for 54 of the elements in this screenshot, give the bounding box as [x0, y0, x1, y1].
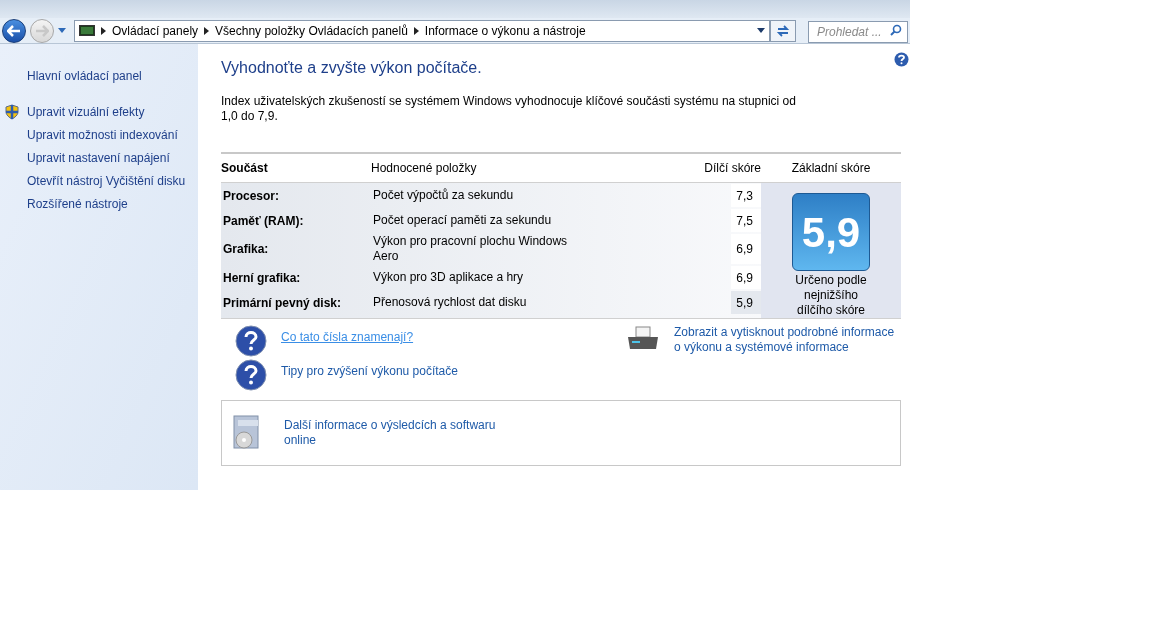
search-icon	[890, 23, 902, 36]
table-cell-text: Počet výpočtů za sekundu	[372, 188, 515, 203]
column-header: Dílčí skóre	[703, 160, 761, 177]
shield-icon	[4, 103, 20, 120]
base-score-caption: Určeno podle nejnižšího dílčího skóre	[794, 273, 868, 318]
table-cell-text: Primární pevný disk:	[222, 294, 343, 312]
refresh-button[interactable]	[770, 19, 796, 42]
sidebar-link[interactable]: Rozšířené nástroje	[27, 194, 128, 213]
score-cell: 7,3	[731, 184, 761, 207]
table-cell-text: Výkon pro pracovní plochu Windows Aero	[372, 234, 569, 264]
score-cell: 6,9	[731, 234, 761, 264]
breadcrumb-link[interactable]: Ovládací panely	[112, 21, 199, 40]
sidebar-link[interactable]: Upravit nastavení napájení	[27, 148, 170, 167]
print-info-link[interactable]: Zobrazit a vytisknout podrobné informace o výkonu a systémové informace	[674, 325, 899, 355]
refresh-icon	[776, 24, 790, 37]
sidebar-link[interactable]: Otevřít nástroj Vyčištění disku	[27, 171, 186, 190]
dropdown-arrow-icon[interactable]	[58, 28, 66, 33]
chevron-icon[interactable]	[101, 26, 106, 35]
left-arrow-icon	[7, 24, 21, 37]
dropdown-arrow-icon[interactable]	[757, 28, 765, 33]
page-title: Vyhodnoťte a zvyšte výkon počítače.	[221, 58, 483, 78]
help-icon[interactable]	[894, 52, 909, 67]
table-cell-text: Přenosová rychlost dat disku	[372, 295, 528, 310]
column-header: Hodnocené položky	[371, 160, 478, 177]
help-link[interactable]: Tipy pro zvýšení výkonu počítače	[281, 362, 458, 380]
chevron-icon[interactable]	[204, 26, 210, 35]
table-cell-text: Herní grafika:	[222, 269, 302, 287]
column-header: Součást	[221, 160, 269, 177]
back-button[interactable]	[2, 18, 26, 43]
table-cell-text: Počet operací paměti za sekundu	[372, 213, 553, 228]
description-text: Index uživatelských zkušeností se systémem Windows vyhodnocuje klíčové součásti systému na stupnici od 1,0 do 7,9.	[221, 94, 797, 124]
sidebar-link[interactable]: Upravit možnosti indexování	[27, 125, 178, 144]
sidebar-link[interactable]: Hlavní ovládací panel	[27, 66, 142, 85]
help-icon	[235, 325, 267, 357]
sidebar-link[interactable]: Upravit vizuální efekty	[27, 102, 145, 121]
online-info-link[interactable]: Další informace o výsledcích a softwaru online	[284, 418, 504, 448]
breadcrumb-link[interactable]: Informace o výkonu a nástroje	[424, 21, 586, 40]
search-field[interactable]: Prohledat ...	[808, 20, 908, 43]
base-score: 5,9	[801, 207, 861, 258]
chevron-icon[interactable]	[413, 26, 419, 35]
breadcrumb-link[interactable]: Všechny položky Ovládacích panelů	[215, 21, 408, 40]
address-field[interactable]: Ovládací panely Všechny položky Ovládacích panelů Informace o výkonu a nástroje	[74, 19, 770, 42]
score-cell: 6,9	[731, 266, 761, 289]
score-cell: 5,9	[731, 291, 761, 314]
table-cell-text: Paměť (RAM):	[222, 212, 305, 230]
column-header: Základní skóre	[790, 160, 872, 177]
right-arrow-icon	[35, 24, 49, 37]
help-link[interactable]: Co tato čísla znamenají?	[281, 328, 414, 346]
score-cell: 7,5	[731, 209, 761, 232]
help-icon	[235, 359, 267, 391]
table-cell-text: Grafika:	[222, 241, 270, 258]
table-cell-text: Procesor:	[222, 187, 281, 205]
monitor-icon	[79, 24, 95, 37]
table-cell-text: Výkon pro 3D aplikace a hry	[372, 270, 525, 285]
